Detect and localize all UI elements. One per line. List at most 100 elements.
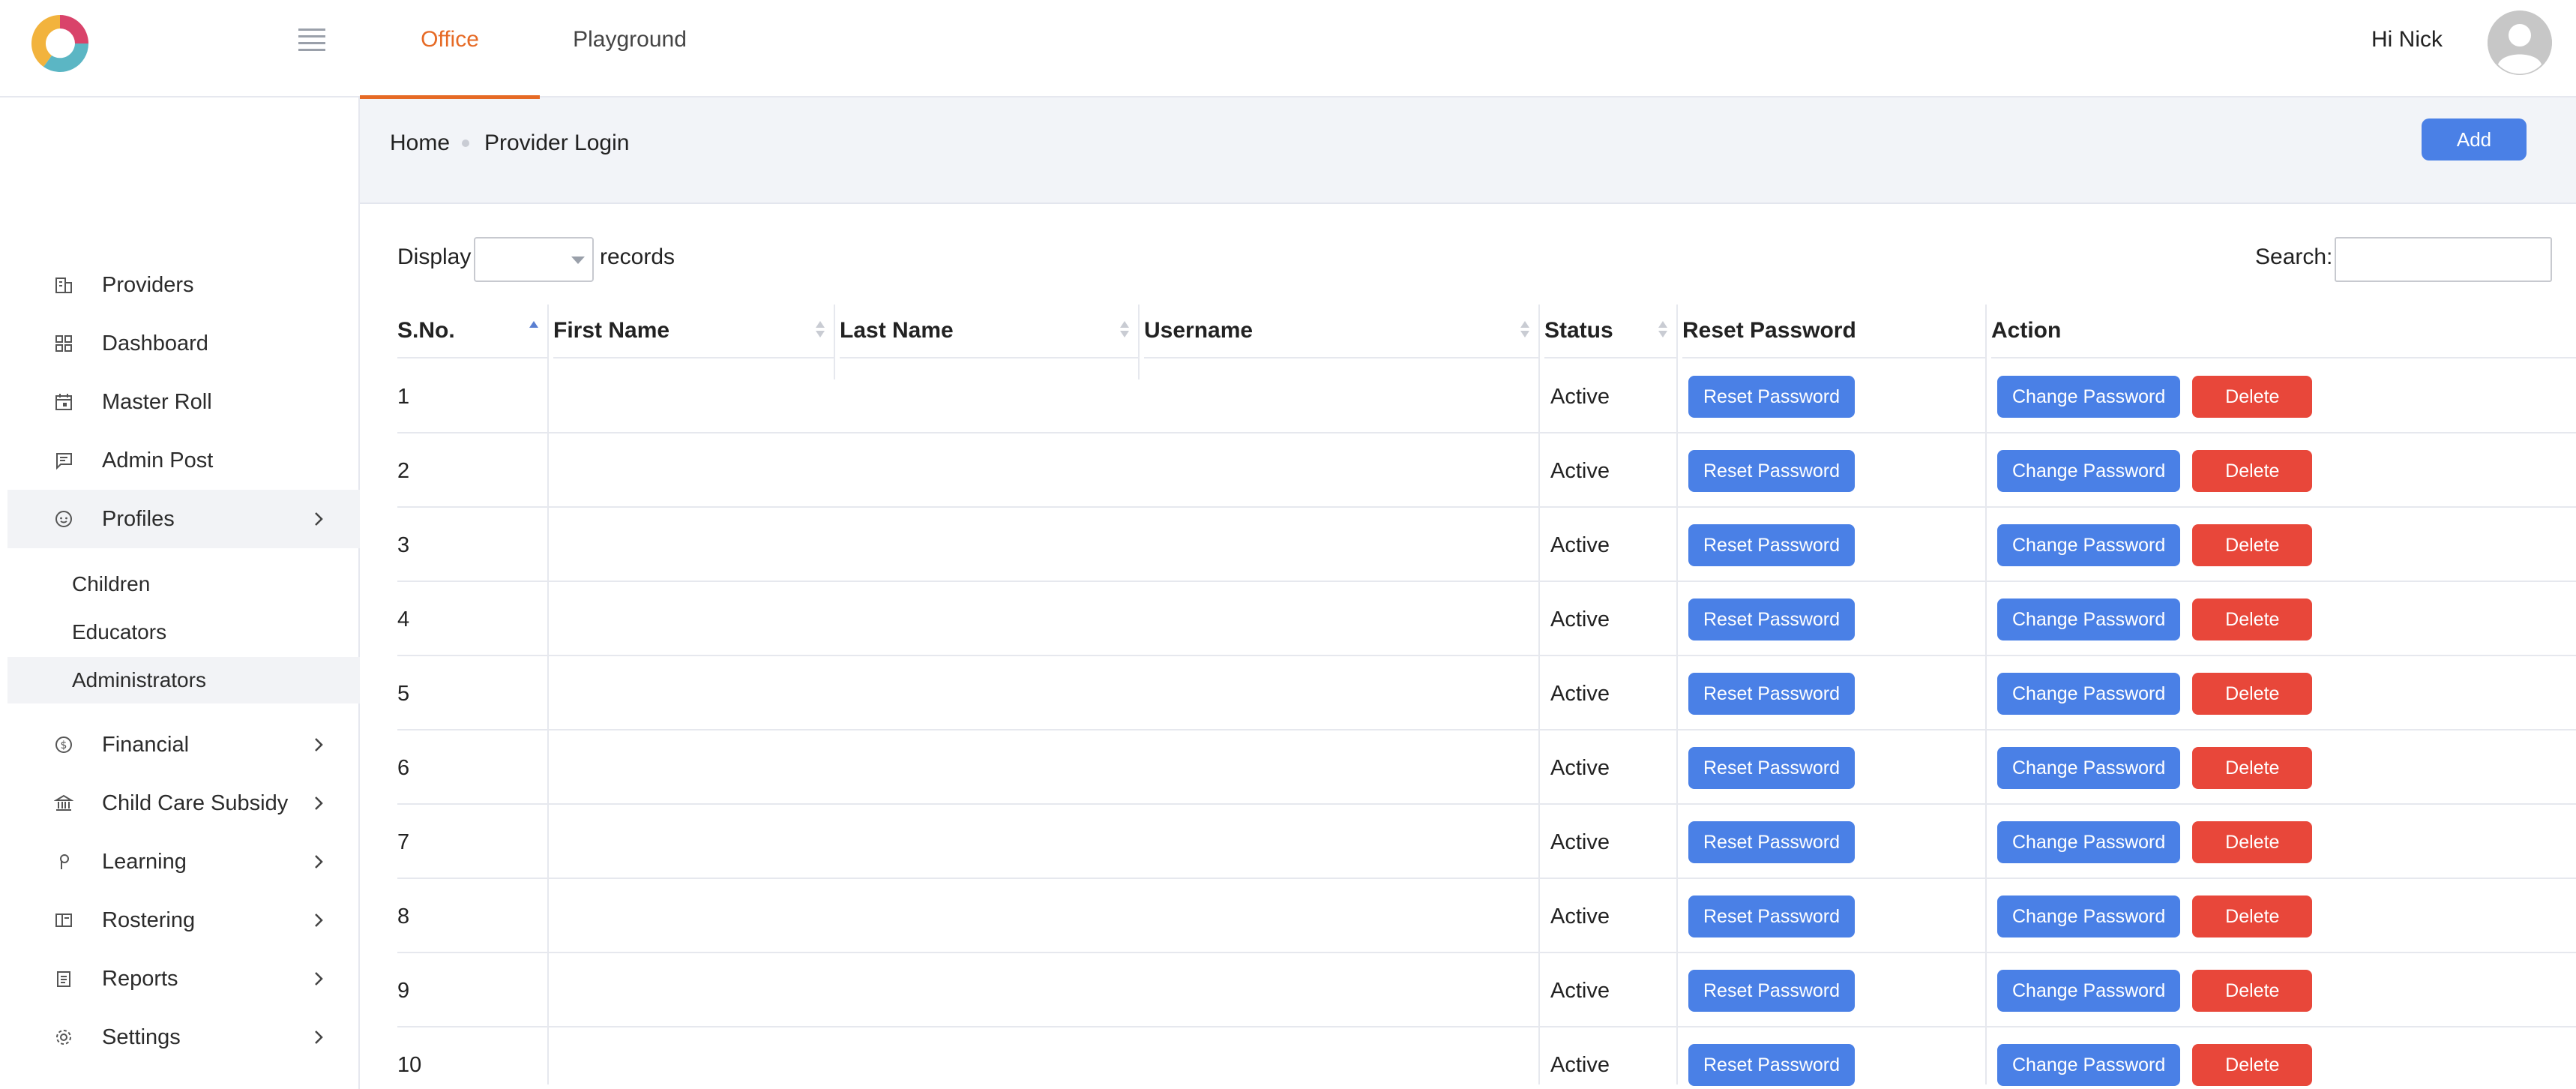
user-greeting: Hi Nick xyxy=(2371,27,2443,52)
bank-icon xyxy=(52,792,75,814)
action-cell: Change Password Delete xyxy=(1997,583,2576,656)
delete-button[interactable]: Delete xyxy=(2192,376,2313,418)
action-cell: Change Password Delete xyxy=(1997,806,2576,879)
change-password-button[interactable]: Change Password xyxy=(1997,747,2181,789)
delete-button[interactable]: Delete xyxy=(2192,970,2313,1012)
sidebar-item-admin-post[interactable]: Admin Post xyxy=(7,431,360,490)
delete-button[interactable]: Delete xyxy=(2192,598,2313,640)
reset-password-button[interactable]: Reset Password xyxy=(1688,970,1856,1012)
change-password-button[interactable]: Change Password xyxy=(1997,376,2181,418)
delete-button[interactable]: Delete xyxy=(2192,821,2313,863)
status-cell: Active xyxy=(1550,681,1610,706)
column-header-label: Status xyxy=(1544,318,1613,343)
table-row: 3 Active Reset Password Change Password … xyxy=(397,508,2576,582)
reset-password-button[interactable]: Reset Password xyxy=(1688,747,1856,789)
change-password-button[interactable]: Change Password xyxy=(1997,673,2181,715)
reset-password-cell: Reset Password xyxy=(1688,434,1981,508)
change-password-button[interactable]: Change Password xyxy=(1997,896,2181,938)
grid-icon xyxy=(52,332,75,355)
sidebar-item-label: Reports xyxy=(102,966,178,991)
columns-icon xyxy=(52,909,75,932)
action-cell: Change Password Delete xyxy=(1997,880,2576,953)
delete-button[interactable]: Delete xyxy=(2192,1044,2313,1086)
change-password-button[interactable]: Change Password xyxy=(1997,1044,2181,1086)
column-header-label: S.No. xyxy=(397,318,455,343)
column-header-last-name[interactable]: Last Name xyxy=(840,304,1138,358)
sidebar-subitem-administrators[interactable]: Administrators xyxy=(7,657,360,704)
reset-password-button[interactable]: Reset Password xyxy=(1688,598,1856,640)
menu-toggle-icon[interactable] xyxy=(298,28,325,51)
reset-password-cell: Reset Password xyxy=(1688,806,1981,879)
column-header-first-name[interactable]: First Name xyxy=(553,304,834,358)
column-header-label: Action xyxy=(1991,318,2062,343)
reset-password-button[interactable]: Reset Password xyxy=(1688,896,1856,938)
column-header-label: First Name xyxy=(553,318,670,343)
sidebar-item-settings[interactable]: Settings xyxy=(7,1008,360,1066)
reset-password-button[interactable]: Reset Password xyxy=(1688,524,1856,566)
sidebar-subitem-educators[interactable]: Educators xyxy=(7,609,360,656)
change-password-button[interactable]: Change Password xyxy=(1997,821,2181,863)
avatar[interactable] xyxy=(2488,10,2552,75)
sidebar-item-label: Financial xyxy=(102,732,190,757)
table-row: 6 Active Reset Password Change Password … xyxy=(397,731,2576,805)
column-header-action: Action xyxy=(1991,304,2576,358)
status-cell: Active xyxy=(1550,904,1610,928)
delete-button[interactable]: Delete xyxy=(2192,673,2313,715)
user-avatar-icon xyxy=(2488,10,2552,75)
change-password-button[interactable]: Change Password xyxy=(1997,598,2181,640)
chevron-right-icon xyxy=(315,796,323,810)
add-button[interactable]: Add xyxy=(2422,118,2527,160)
sidebar-item-child-care-subsidy[interactable]: Child Care Subsidy xyxy=(7,774,360,832)
sidebar-item-dashboard[interactable]: Dashboard xyxy=(7,314,360,373)
reset-password-cell: Reset Password xyxy=(1688,880,1981,953)
sort-icon xyxy=(1120,321,1129,340)
message-icon xyxy=(52,449,75,472)
sno-cell: 10 xyxy=(397,1052,422,1077)
search-label: Search: xyxy=(2255,244,2333,269)
sidebar-item-rostering[interactable]: Rostering xyxy=(7,891,360,950)
delete-button[interactable]: Delete xyxy=(2192,747,2313,789)
search-input[interactable] xyxy=(2335,237,2552,282)
action-cell: Change Password Delete xyxy=(1997,954,2576,1028)
reset-password-cell: Reset Password xyxy=(1688,360,1981,434)
sno-cell: 9 xyxy=(397,978,410,1003)
delete-button[interactable]: Delete xyxy=(2192,450,2313,492)
breadcrumb-home[interactable]: Home xyxy=(390,130,450,156)
tab-playground[interactable]: Playground xyxy=(555,0,705,99)
sidebar-item-providers[interactable]: Providers xyxy=(7,256,360,314)
chevron-right-icon xyxy=(315,855,323,868)
building-icon xyxy=(52,274,75,296)
records-per-page-select[interactable] xyxy=(474,237,594,282)
reset-password-button[interactable]: Reset Password xyxy=(1688,821,1856,863)
reset-password-button[interactable]: Reset Password xyxy=(1688,450,1856,492)
sidebar-item-financial[interactable]: $ Financial xyxy=(7,716,360,774)
column-header-username[interactable]: Username xyxy=(1144,304,1538,358)
sidebar-item-label: Rostering xyxy=(102,908,196,932)
sidebar-item-profiles[interactable]: Profiles xyxy=(7,490,360,548)
app-logo[interactable] xyxy=(28,12,91,75)
sidebar-item-reports[interactable]: Reports xyxy=(7,950,360,1008)
sno-cell: 6 xyxy=(397,755,410,780)
delete-button[interactable]: Delete xyxy=(2192,896,2313,938)
change-password-button[interactable]: Change Password xyxy=(1997,450,2181,492)
change-password-button[interactable]: Change Password xyxy=(1997,524,2181,566)
sidebar-subitem-children[interactable]: Children xyxy=(7,561,360,608)
column-header-label: Username xyxy=(1144,318,1254,343)
delete-button[interactable]: Delete xyxy=(2192,524,2313,566)
sort-icon xyxy=(816,321,825,340)
sno-cell: 5 xyxy=(397,681,410,706)
sidebar-item-master-roll[interactable]: Master Roll xyxy=(7,373,360,431)
chevron-right-icon xyxy=(315,738,323,752)
sidebar-item-label: Child Care Subsidy xyxy=(102,790,289,815)
sidebar-item-learning[interactable]: Learning xyxy=(7,832,360,891)
sno-cell: 1 xyxy=(397,384,410,409)
reset-password-button[interactable]: Reset Password xyxy=(1688,376,1856,418)
change-password-button[interactable]: Change Password xyxy=(1997,970,2181,1012)
reset-password-button[interactable]: Reset Password xyxy=(1688,673,1856,715)
column-header-sno[interactable]: S.No. xyxy=(397,304,547,358)
column-header-status[interactable]: Status xyxy=(1544,304,1676,358)
tab-office[interactable]: Office xyxy=(360,0,540,99)
reset-password-button[interactable]: Reset Password xyxy=(1688,1044,1856,1086)
status-cell: Active xyxy=(1550,978,1610,1003)
status-cell: Active xyxy=(1550,458,1610,483)
